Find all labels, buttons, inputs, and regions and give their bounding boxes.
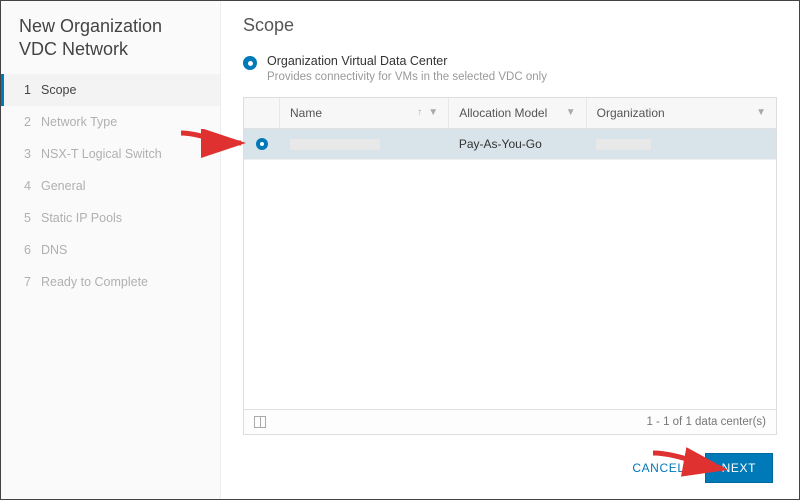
step-ready-to-complete[interactable]: 7 Ready to Complete — [1, 266, 220, 298]
page-title: Scope — [243, 15, 777, 36]
step-label: Static IP Pools — [41, 211, 122, 225]
cell-organization — [586, 129, 776, 159]
redacted-text — [290, 139, 380, 150]
step-label: Network Type — [41, 115, 117, 129]
pagination-text: 1 - 1 of 1 data center(s) — [646, 416, 766, 428]
wizard-sidebar: New Organization VDC Network 1 Scope 2 N… — [1, 1, 221, 499]
step-number: 6 — [19, 243, 31, 257]
next-button[interactable]: NEXT — [705, 453, 773, 483]
column-name[interactable]: Name ↑ ▼ — [280, 98, 449, 128]
step-scope[interactable]: 1 Scope — [1, 74, 220, 106]
step-number: 3 — [19, 147, 31, 161]
step-number: 2 — [19, 115, 31, 129]
column-name-label: Name — [290, 106, 322, 120]
sort-asc-icon[interactable]: ↑ — [417, 108, 422, 118]
table-row[interactable]: Pay-As-You-Go — [244, 129, 776, 160]
column-allocation[interactable]: Allocation Model ▼ — [449, 98, 586, 128]
step-number: 5 — [19, 211, 31, 225]
radio-selected-icon — [256, 138, 268, 150]
filter-icon[interactable]: ▼ — [428, 108, 438, 118]
column-select — [244, 98, 280, 128]
table-body: Pay-As-You-Go — [244, 129, 776, 409]
wizard-title: New Organization VDC Network — [1, 15, 220, 74]
step-label: Scope — [41, 83, 76, 97]
scope-option-label: Organization Virtual Data Center — [267, 54, 547, 68]
table-footer: 1 - 1 of 1 data center(s) — [244, 409, 776, 434]
cell-allocation: Pay-As-You-Go — [449, 129, 586, 159]
step-label: General — [41, 179, 85, 193]
redacted-text — [596, 139, 651, 150]
column-picker-icon[interactable] — [254, 416, 266, 428]
wizard-footer: CANCEL NEXT — [243, 435, 777, 499]
scope-option-org-vdc[interactable]: Organization Virtual Data Center Provide… — [243, 54, 777, 83]
row-select[interactable] — [244, 129, 280, 159]
step-number: 4 — [19, 179, 31, 193]
cell-name — [280, 129, 449, 159]
step-number: 1 — [19, 83, 31, 97]
step-label: NSX-T Logical Switch — [41, 147, 162, 161]
column-allocation-label: Allocation Model — [459, 106, 547, 120]
table-header: Name ↑ ▼ Allocation Model ▼ Organization — [244, 98, 776, 129]
column-organization-label: Organization — [597, 106, 665, 120]
step-nsxt-logical-switch[interactable]: 3 NSX-T Logical Switch — [1, 138, 220, 170]
step-static-ip-pools[interactable]: 5 Static IP Pools — [1, 202, 220, 234]
step-general[interactable]: 4 General — [1, 170, 220, 202]
vdc-table: Name ↑ ▼ Allocation Model ▼ Organization — [243, 97, 777, 435]
wizard-steps: 1 Scope 2 Network Type 3 NSX-T Logical S… — [1, 74, 220, 298]
radio-selected-icon — [243, 56, 257, 70]
scope-option-description: Provides connectivity for VMs in the sel… — [267, 71, 547, 83]
step-network-type[interactable]: 2 Network Type — [1, 106, 220, 138]
column-organization[interactable]: Organization ▼ — [587, 98, 776, 128]
step-label: Ready to Complete — [41, 275, 148, 289]
step-label: DNS — [41, 243, 67, 257]
filter-icon[interactable]: ▼ — [756, 108, 766, 118]
filter-icon[interactable]: ▼ — [566, 108, 576, 118]
step-number: 7 — [19, 275, 31, 289]
wizard-main-panel: Scope Organization Virtual Data Center P… — [221, 1, 799, 499]
step-dns[interactable]: 6 DNS — [1, 234, 220, 266]
cancel-button[interactable]: CANCEL — [628, 455, 688, 481]
